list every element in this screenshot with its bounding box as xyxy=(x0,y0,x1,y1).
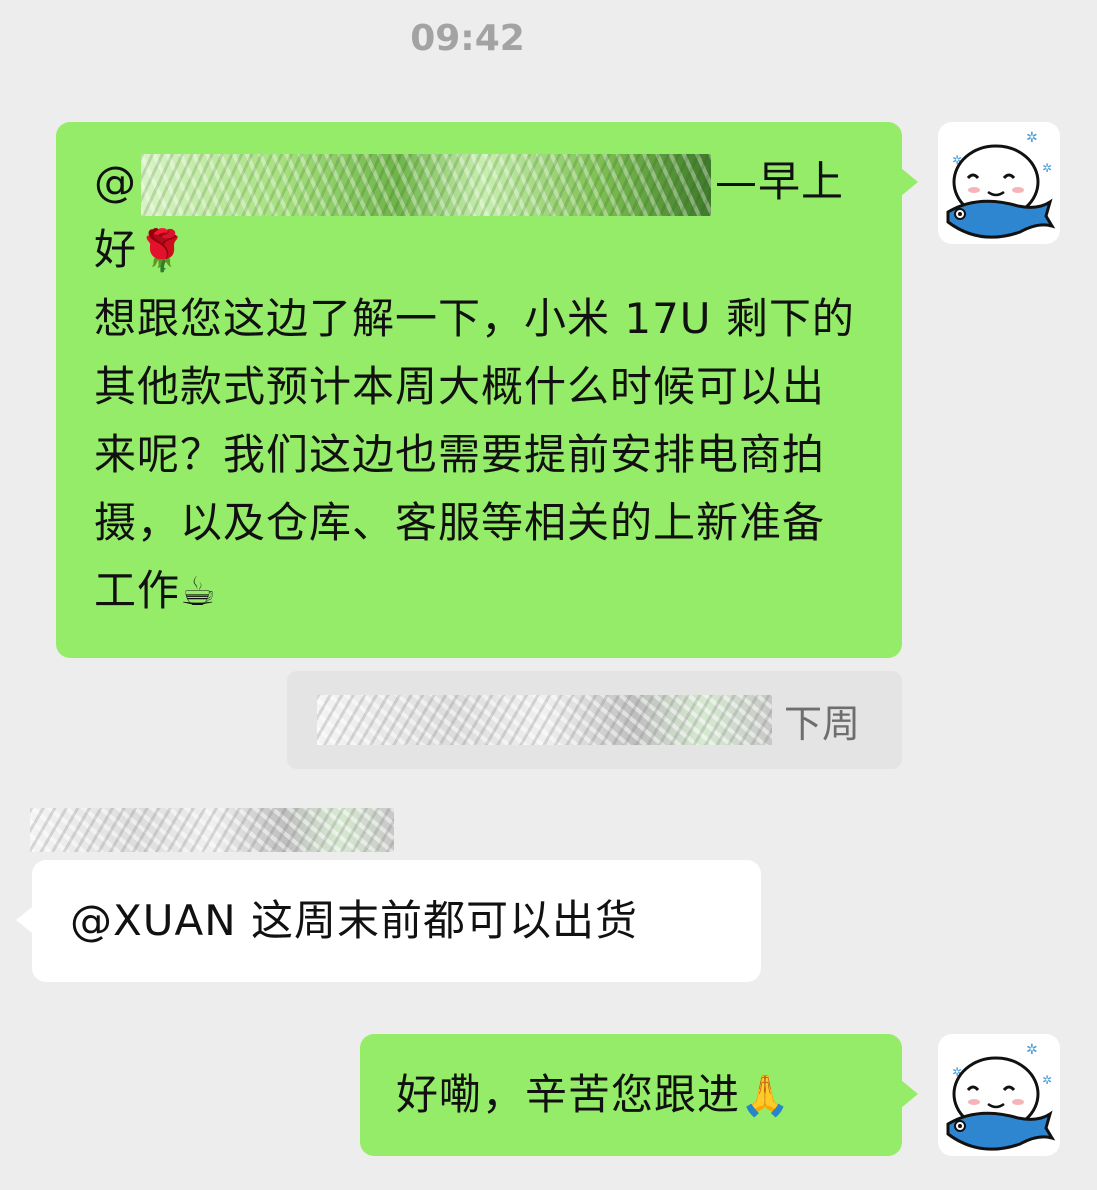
svg-text:✲: ✲ xyxy=(1026,130,1038,146)
cartoon-avatar-icon: ✲ ✲ ✲ xyxy=(946,1042,1056,1151)
svg-text:✲: ✲ xyxy=(1026,1042,1038,1058)
message-text: @XUAN 这周末前都可以出货 xyxy=(70,896,639,945)
bubble-tail xyxy=(16,906,33,934)
message-text: @ —早上 好🌹 想跟您这边了解一下，小米 17U 剩下的其他款式预计本周大概什么… xyxy=(94,148,864,626)
message-body: 想跟您这边了解一下，小米 17U 剩下的其他款式预计本周大概什么时候可以出来呢？… xyxy=(94,294,855,615)
mention-at: @ xyxy=(94,157,137,206)
rose-icon: 🌹 xyxy=(137,228,188,274)
bubble-tail xyxy=(901,168,918,196)
bubble-tail xyxy=(901,1080,918,1108)
pray-icon: 🙏 xyxy=(740,1072,790,1119)
quoted-message[interactable]: 下周 xyxy=(287,671,902,769)
redacted-sender-name xyxy=(30,808,394,852)
received-message-bubble[interactable]: @XUAN 这周末前都可以出货 xyxy=(16,860,761,982)
redacted-name xyxy=(141,153,711,216)
sent-message-bubble[interactable]: @ —早上 好🌹 想跟您这边了解一下，小米 17U 剩下的其他款式预计本周大概什么… xyxy=(56,122,918,658)
user-avatar[interactable]: ✲ ✲ ✲ xyxy=(938,1034,1060,1156)
quote-text: 下周 xyxy=(784,701,861,746)
svg-text:✲: ✲ xyxy=(1042,161,1052,175)
svg-text:✲: ✲ xyxy=(1042,1073,1052,1087)
greeting-text: —早上 xyxy=(715,157,845,206)
user-avatar[interactable]: ✲ ✲ ✲ xyxy=(938,122,1060,244)
cartoon-avatar-icon: ✲ ✲ ✲ xyxy=(946,130,1056,239)
message-timestamp: 09:42 xyxy=(410,18,525,59)
sent-message-bubble[interactable]: 好嘞，辛苦您跟进 🙏 xyxy=(360,1034,918,1156)
coffee-icon: ☕ xyxy=(180,569,217,615)
message-text: 好嘞，辛苦您跟进 xyxy=(396,1070,741,1119)
greeting-continuation: 好 xyxy=(94,225,138,274)
redacted-quote xyxy=(317,695,772,745)
